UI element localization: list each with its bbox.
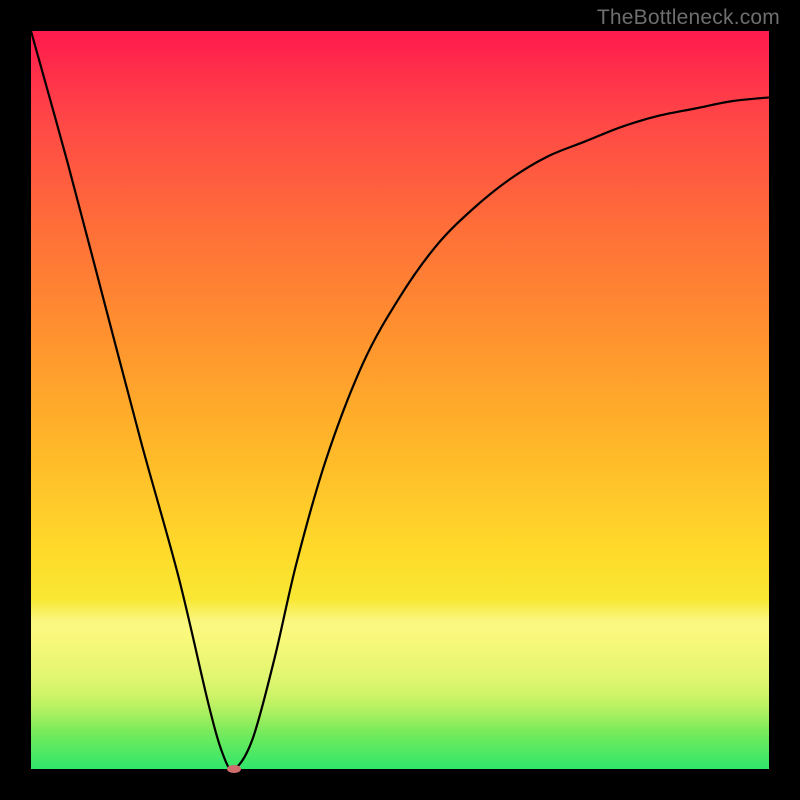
curve-layer bbox=[31, 31, 769, 769]
plot-area bbox=[31, 31, 769, 769]
chart-frame: TheBottleneck.com bbox=[0, 0, 800, 800]
bottleneck-curve bbox=[31, 31, 769, 770]
watermark-text: TheBottleneck.com bbox=[597, 6, 780, 30]
